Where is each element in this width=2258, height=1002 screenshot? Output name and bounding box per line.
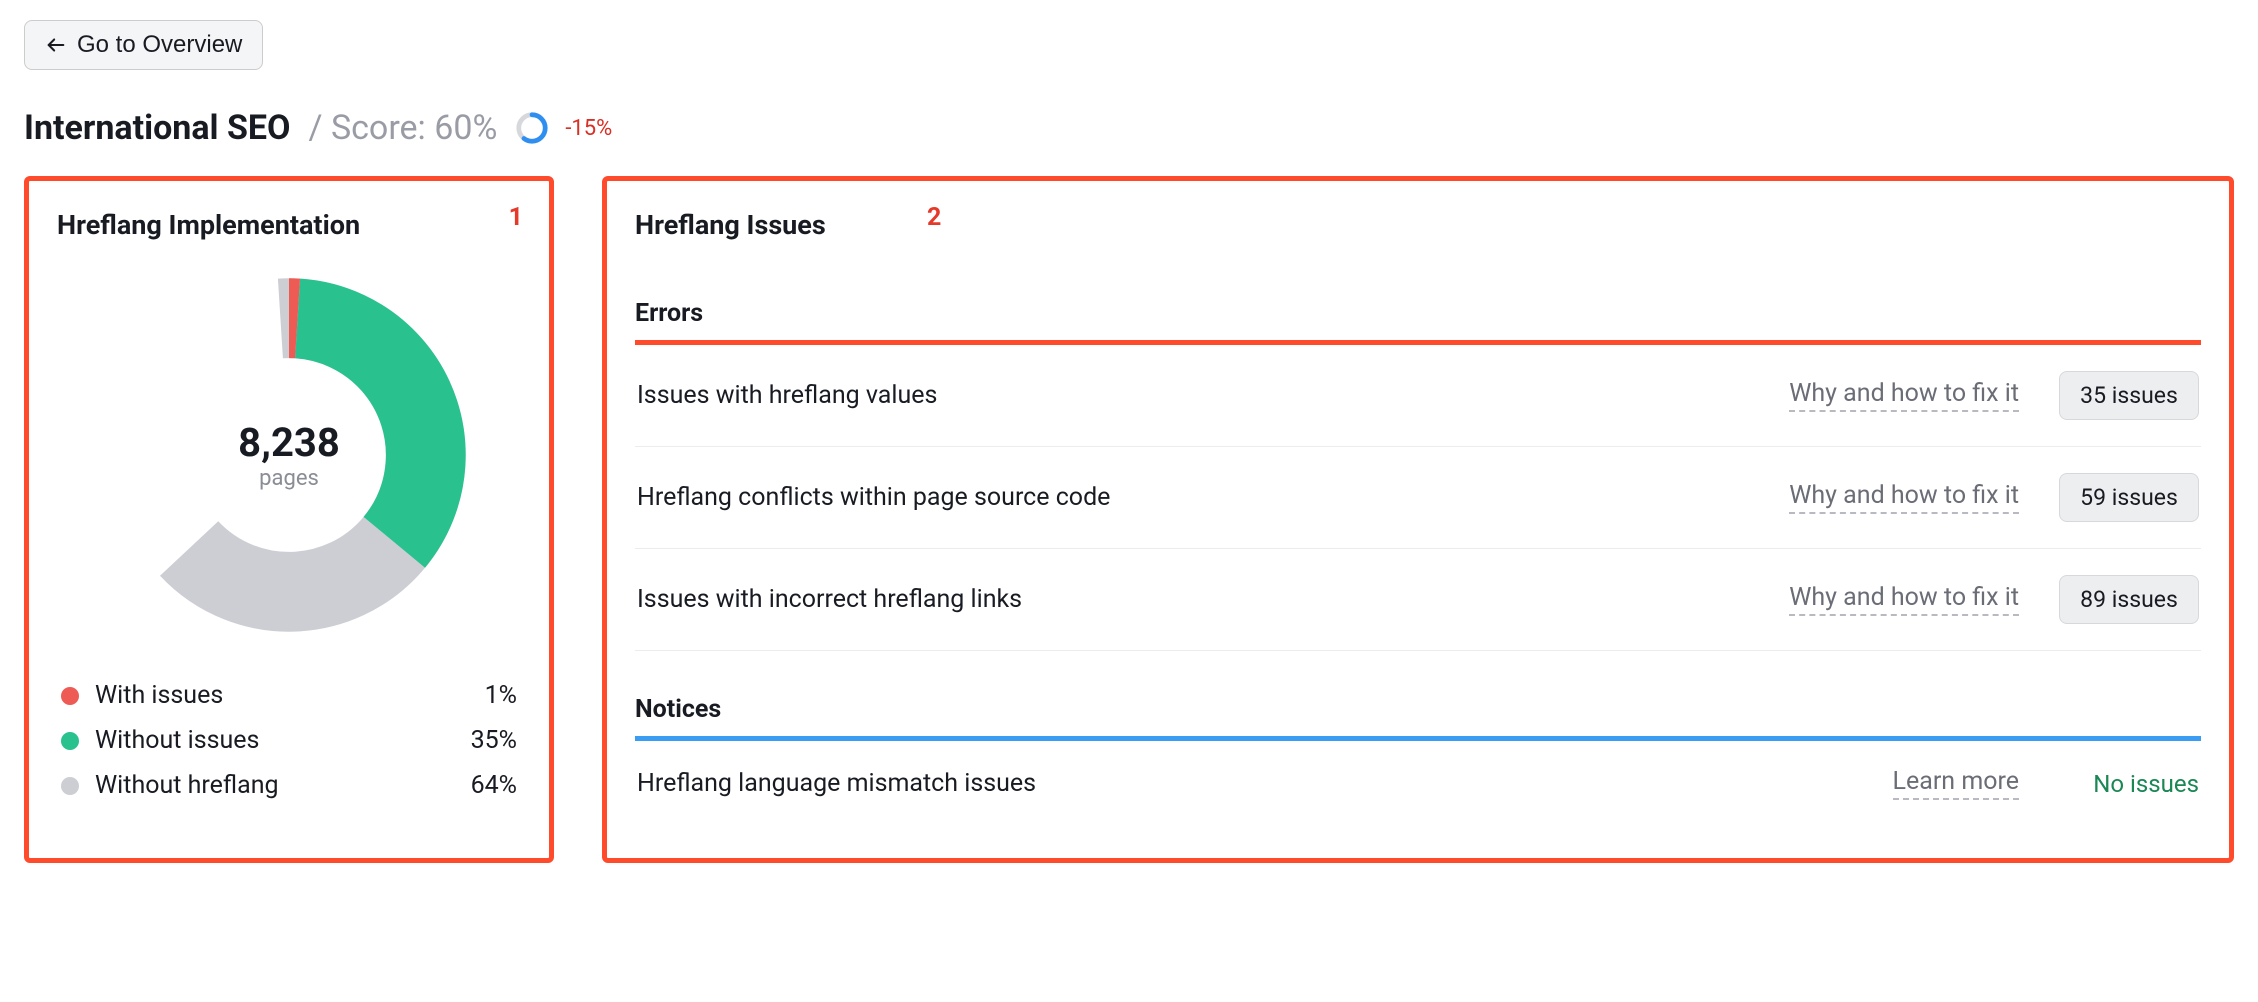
- donut-total: 8,238: [238, 419, 340, 466]
- issue-row: Issues with hreflang values Why and how …: [635, 345, 2201, 447]
- go-to-overview-button[interactable]: Go to Overview: [24, 20, 263, 70]
- arrow-left-icon: [45, 34, 67, 56]
- issue-name: Hreflang language mismatch issues: [637, 769, 1893, 798]
- why-and-how-link[interactable]: Why and how to fix it: [1789, 583, 2019, 616]
- issue-name: Hreflang conflicts within page source co…: [637, 483, 1789, 512]
- implementation-title: Hreflang Implementation: [57, 209, 521, 241]
- issues-title: Hreflang Issues: [635, 209, 2201, 241]
- legend-label: With issues: [95, 681, 485, 710]
- legend-item[interactable]: With issues 1%: [57, 673, 521, 718]
- page-title: International SEO: [24, 108, 290, 148]
- issue-count-button[interactable]: 59 issues: [2059, 473, 2199, 522]
- implementation-donut-chart: 8,238 pages: [99, 265, 479, 645]
- implementation-legend: With issues 1% Without issues 35% Withou…: [57, 673, 521, 808]
- hreflang-implementation-panel: 1 Hreflang Implementation 8,238 pages Wi…: [24, 176, 554, 863]
- issue-name: Issues with incorrect hreflang links: [637, 585, 1789, 614]
- legend-pct: 1%: [485, 681, 517, 710]
- learn-more-link[interactable]: Learn more: [1893, 767, 2019, 800]
- why-and-how-link[interactable]: Why and how to fix it: [1789, 379, 2019, 412]
- donut-unit: pages: [259, 466, 319, 491]
- issue-name: Issues with hreflang values: [637, 381, 1789, 410]
- score-label: / Score: 60%: [308, 108, 497, 148]
- go-to-overview-label: Go to Overview: [77, 31, 242, 59]
- no-issues-label: No issues: [2059, 770, 2199, 798]
- annotation-1: 1: [509, 203, 523, 232]
- page-header: International SEO / Score: 60% -15%: [24, 108, 2234, 148]
- hreflang-issues-panel: 2 Hreflang Issues Errors Issues with hre…: [602, 176, 2234, 863]
- errors-header: Errors: [635, 299, 2201, 340]
- issue-row: Hreflang language mismatch issues Learn …: [635, 741, 2201, 826]
- legend-label: Without issues: [95, 726, 471, 755]
- score-ring-icon: [515, 111, 549, 145]
- notices-header: Notices: [635, 695, 2201, 736]
- score-delta: -15%: [565, 116, 612, 141]
- issue-count-button[interactable]: 89 issues: [2059, 575, 2199, 624]
- legend-dot-red: [61, 687, 79, 705]
- legend-dot-green: [61, 732, 79, 750]
- legend-pct: 64%: [471, 771, 517, 800]
- legend-item[interactable]: Without issues 35%: [57, 718, 521, 763]
- issue-count-button[interactable]: 35 issues: [2059, 371, 2199, 420]
- issue-row: Issues with incorrect hreflang links Why…: [635, 549, 2201, 651]
- issue-row: Hreflang conflicts within page source co…: [635, 447, 2201, 549]
- annotation-2: 2: [927, 203, 941, 232]
- legend-dot-grey: [61, 777, 79, 795]
- legend-pct: 35%: [471, 726, 517, 755]
- legend-label: Without hreflang: [95, 771, 471, 800]
- legend-item[interactable]: Without hreflang 64%: [57, 763, 521, 808]
- why-and-how-link[interactable]: Why and how to fix it: [1789, 481, 2019, 514]
